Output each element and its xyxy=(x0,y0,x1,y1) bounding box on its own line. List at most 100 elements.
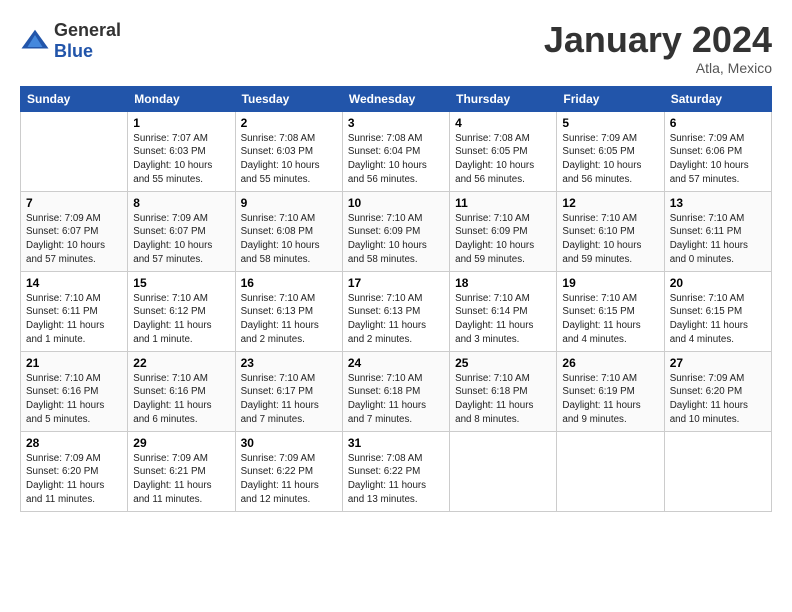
day-info: Sunrise: 7:10 AM Sunset: 6:08 PM Dayligh… xyxy=(241,212,337,267)
calendar-cell: 9 Sunrise: 7:10 AM Sunset: 6:08 PM Daylig… xyxy=(235,191,342,271)
calendar-cell: 29 Sunrise: 7:09 AM Sunset: 6:21 PM Dayli… xyxy=(128,431,235,511)
day-number: 21 xyxy=(26,356,122,370)
day-info: Sunrise: 7:09 AM Sunset: 6:05 PM Dayligh… xyxy=(562,132,658,187)
calendar-week-4: 21 Sunrise: 7:10 AM Sunset: 6:16 PM Dayli… xyxy=(21,351,772,431)
calendar-cell xyxy=(664,431,771,511)
day-info: Sunrise: 7:09 AM Sunset: 6:20 PM Dayligh… xyxy=(26,452,122,507)
day-number: 16 xyxy=(241,276,337,290)
day-number: 31 xyxy=(348,436,444,450)
day-info: Sunrise: 7:10 AM Sunset: 6:09 PM Dayligh… xyxy=(348,212,444,267)
day-info: Sunrise: 7:10 AM Sunset: 6:16 PM Dayligh… xyxy=(133,372,229,427)
calendar-cell xyxy=(450,431,557,511)
day-info: Sunrise: 7:10 AM Sunset: 6:17 PM Dayligh… xyxy=(241,372,337,427)
day-number: 28 xyxy=(26,436,122,450)
day-number: 19 xyxy=(562,276,658,290)
day-info: Sunrise: 7:10 AM Sunset: 6:13 PM Dayligh… xyxy=(348,292,444,347)
header: General Blue January 2024 Atla, Mexico xyxy=(20,20,772,76)
calendar-cell: 25Sunrise: 7:10 AM Sunset: 6:18 PM Dayli… xyxy=(450,351,557,431)
day-info: Sunrise: 7:10 AM Sunset: 6:18 PM Dayligh… xyxy=(455,372,551,427)
calendar-cell xyxy=(21,111,128,191)
calendar-week-3: 14 Sunrise: 7:10 AM Sunset: 6:11 PM Dayli… xyxy=(21,271,772,351)
weekday-header-row: SundayMondayTuesdayWednesdayThursdayFrid… xyxy=(21,86,772,111)
weekday-header-tuesday: Tuesday xyxy=(235,86,342,111)
day-number: 30 xyxy=(241,436,337,450)
day-info: Sunrise: 7:10 AM Sunset: 6:11 PM Dayligh… xyxy=(670,212,766,267)
day-number: 2 xyxy=(241,116,337,130)
weekday-header-wednesday: Wednesday xyxy=(342,86,449,111)
calendar-week-5: 28 Sunrise: 7:09 AM Sunset: 6:20 PM Dayli… xyxy=(21,431,772,511)
day-info: Sunrise: 7:10 AM Sunset: 6:11 PM Dayligh… xyxy=(26,292,122,347)
day-info: Sunrise: 7:08 AM Sunset: 6:03 PM Dayligh… xyxy=(241,132,337,187)
calendar-body: 1 Sunrise: 7:07 AM Sunset: 6:03 PM Daylig… xyxy=(21,111,772,511)
calendar-cell: 1 Sunrise: 7:07 AM Sunset: 6:03 PM Daylig… xyxy=(128,111,235,191)
day-number: 6 xyxy=(670,116,766,130)
weekday-header-thursday: Thursday xyxy=(450,86,557,111)
day-number: 11 xyxy=(455,196,551,210)
calendar-cell: 6 Sunrise: 7:09 AM Sunset: 6:06 PM Daylig… xyxy=(664,111,771,191)
calendar-cell: 7Sunrise: 7:09 AM Sunset: 6:07 PM Daylig… xyxy=(21,191,128,271)
day-number: 27 xyxy=(670,356,766,370)
calendar-week-1: 1 Sunrise: 7:07 AM Sunset: 6:03 PM Daylig… xyxy=(21,111,772,191)
weekday-header-sunday: Sunday xyxy=(21,86,128,111)
day-info: Sunrise: 7:10 AM Sunset: 6:13 PM Dayligh… xyxy=(241,292,337,347)
day-number: 8 xyxy=(133,196,229,210)
day-info: Sunrise: 7:10 AM Sunset: 6:09 PM Dayligh… xyxy=(455,212,551,267)
day-number: 9 xyxy=(241,196,337,210)
logo-text: General Blue xyxy=(54,20,121,62)
calendar-cell: 12Sunrise: 7:10 AM Sunset: 6:10 PM Dayli… xyxy=(557,191,664,271)
logo: General Blue xyxy=(20,20,121,62)
calendar-cell: 21Sunrise: 7:10 AM Sunset: 6:16 PM Dayli… xyxy=(21,351,128,431)
day-number: 4 xyxy=(455,116,551,130)
day-number: 13 xyxy=(670,196,766,210)
calendar-cell: 4 Sunrise: 7:08 AM Sunset: 6:05 PM Daylig… xyxy=(450,111,557,191)
calendar-cell: 31 Sunrise: 7:08 AM Sunset: 6:22 PM Dayli… xyxy=(342,431,449,511)
calendar-cell: 18Sunrise: 7:10 AM Sunset: 6:14 PM Dayli… xyxy=(450,271,557,351)
calendar-cell: 8 Sunrise: 7:09 AM Sunset: 6:07 PM Daylig… xyxy=(128,191,235,271)
calendar-cell: 28 Sunrise: 7:09 AM Sunset: 6:20 PM Dayli… xyxy=(21,431,128,511)
calendar-header: SundayMondayTuesdayWednesdayThursdayFrid… xyxy=(21,86,772,111)
calendar-cell: 10Sunrise: 7:10 AM Sunset: 6:09 PM Dayli… xyxy=(342,191,449,271)
logo-general: General xyxy=(54,20,121,41)
page: General Blue January 2024 Atla, Mexico S… xyxy=(0,0,792,522)
day-number: 1 xyxy=(133,116,229,130)
day-number: 17 xyxy=(348,276,444,290)
calendar-week-2: 7 Sunrise: 7:09 AM Sunset: 6:07 PM Daylig… xyxy=(21,191,772,271)
weekday-header-friday: Friday xyxy=(557,86,664,111)
calendar-cell: 19 Sunrise: 7:10 AM Sunset: 6:15 PM Dayli… xyxy=(557,271,664,351)
weekday-header-saturday: Saturday xyxy=(664,86,771,111)
day-info: Sunrise: 7:09 AM Sunset: 6:07 PM Dayligh… xyxy=(133,212,229,267)
day-number: 29 xyxy=(133,436,229,450)
day-number: 14 xyxy=(26,276,122,290)
day-number: 12 xyxy=(562,196,658,210)
day-info: Sunrise: 7:10 AM Sunset: 6:15 PM Dayligh… xyxy=(670,292,766,347)
location: Atla, Mexico xyxy=(544,60,772,76)
calendar-cell: 3 Sunrise: 7:08 AM Sunset: 6:04 PM Daylig… xyxy=(342,111,449,191)
day-number: 20 xyxy=(670,276,766,290)
day-info: Sunrise: 7:09 AM Sunset: 6:22 PM Dayligh… xyxy=(241,452,337,507)
day-number: 26 xyxy=(562,356,658,370)
day-info: Sunrise: 7:07 AM Sunset: 6:03 PM Dayligh… xyxy=(133,132,229,187)
calendar-cell: 23Sunrise: 7:10 AM Sunset: 6:17 PM Dayli… xyxy=(235,351,342,431)
day-info: Sunrise: 7:09 AM Sunset: 6:06 PM Dayligh… xyxy=(670,132,766,187)
calendar-cell: 26 Sunrise: 7:10 AM Sunset: 6:19 PM Dayli… xyxy=(557,351,664,431)
day-info: Sunrise: 7:10 AM Sunset: 6:15 PM Dayligh… xyxy=(562,292,658,347)
day-number: 15 xyxy=(133,276,229,290)
title-block: January 2024 Atla, Mexico xyxy=(544,20,772,76)
calendar-cell: 16 Sunrise: 7:10 AM Sunset: 6:13 PM Dayli… xyxy=(235,271,342,351)
calendar-cell: 30 Sunrise: 7:09 AM Sunset: 6:22 PM Dayli… xyxy=(235,431,342,511)
calendar-cell: 27Sunrise: 7:09 AM Sunset: 6:20 PM Dayli… xyxy=(664,351,771,431)
day-info: Sunrise: 7:10 AM Sunset: 6:19 PM Dayligh… xyxy=(562,372,658,427)
calendar-table: SundayMondayTuesdayWednesdayThursdayFrid… xyxy=(20,86,772,512)
day-info: Sunrise: 7:10 AM Sunset: 6:12 PM Dayligh… xyxy=(133,292,229,347)
day-number: 7 xyxy=(26,196,122,210)
day-info: Sunrise: 7:08 AM Sunset: 6:04 PM Dayligh… xyxy=(348,132,444,187)
calendar-cell: 5Sunrise: 7:09 AM Sunset: 6:05 PM Daylig… xyxy=(557,111,664,191)
day-number: 22 xyxy=(133,356,229,370)
day-info: Sunrise: 7:09 AM Sunset: 6:21 PM Dayligh… xyxy=(133,452,229,507)
day-number: 3 xyxy=(348,116,444,130)
day-info: Sunrise: 7:08 AM Sunset: 6:05 PM Dayligh… xyxy=(455,132,551,187)
day-info: Sunrise: 7:08 AM Sunset: 6:22 PM Dayligh… xyxy=(348,452,444,507)
calendar-cell: 15 Sunrise: 7:10 AM Sunset: 6:12 PM Dayli… xyxy=(128,271,235,351)
calendar-cell: 14 Sunrise: 7:10 AM Sunset: 6:11 PM Dayli… xyxy=(21,271,128,351)
calendar-cell: 17 Sunrise: 7:10 AM Sunset: 6:13 PM Dayli… xyxy=(342,271,449,351)
